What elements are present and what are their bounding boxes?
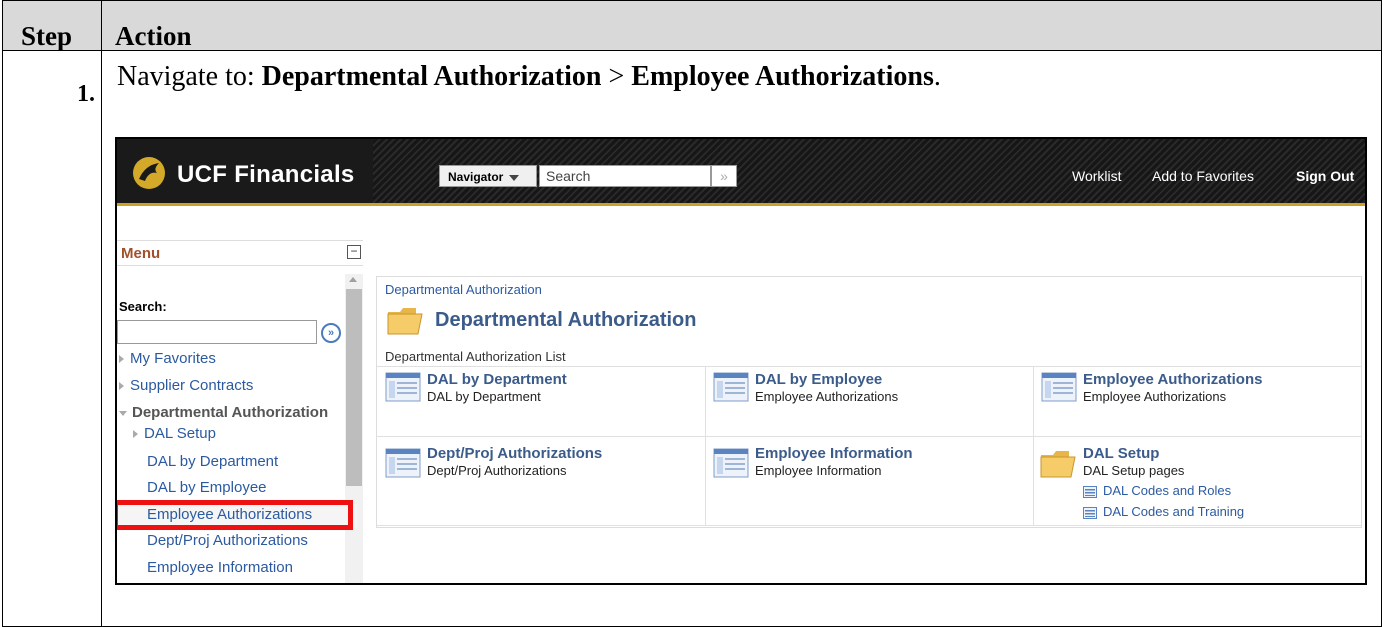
chevron-down-icon [509, 174, 520, 181]
table-header-row [3, 1, 1381, 51]
menu-header: Menu − [117, 240, 363, 266]
step-number: 1. [77, 81, 95, 107]
app-screenshot: UCF Financials Navigator Search » Workli… [115, 137, 1367, 585]
dal-codes-and-roles-link[interactable]: DAL Codes and Roles [1103, 483, 1231, 498]
tile-dal-by-department-subtitle: DAL by Department [427, 389, 541, 404]
collapse-arrow-icon [119, 410, 127, 416]
tile-dept-proj-authorizations-title[interactable]: Dept/Proj Authorizations [427, 445, 602, 462]
tile-dal-setup-subtitle: DAL Setup pages [1083, 463, 1185, 478]
list-label: Departmental Authorization List [385, 349, 566, 364]
instruction-period: . [933, 61, 941, 92]
scroll-up-icon[interactable] [349, 277, 357, 282]
add-to-favorites-link[interactable]: Add to Favorites [1152, 168, 1254, 184]
tile-dal-setup-title[interactable]: DAL Setup [1083, 445, 1159, 462]
worklist-link[interactable]: Worklist [1072, 168, 1122, 184]
banner-gold-stripe [117, 203, 1365, 206]
sign-out-link[interactable]: Sign Out [1296, 168, 1354, 184]
expand-arrow-icon [119, 382, 124, 391]
tile-divider [376, 525, 1362, 526]
navigator-button[interactable]: Navigator [439, 165, 537, 187]
tile-dal-by-employee-subtitle: Employee Authorizations [755, 389, 899, 404]
header-action: Action [115, 21, 192, 51]
header-step: Step [21, 21, 73, 51]
menu-search-input[interactable] [117, 320, 317, 344]
navigator-label: Navigator [448, 170, 504, 184]
menu-search-label: Search: [119, 299, 167, 314]
instruction-menu-path: Departmental Authorization [261, 61, 602, 92]
tile-dal-by-employee-title[interactable]: DAL by Employee [755, 371, 882, 388]
menu-item-label: DAL Setup [144, 425, 216, 442]
callout-highlight-box [117, 500, 353, 530]
expand-arrow-icon [119, 355, 124, 364]
tile-employee-information-subtitle: Employee Information [755, 463, 882, 478]
instruction-separator: > [601, 61, 632, 92]
menu-item-dept-proj-authorizations[interactable]: Dept/Proj Authorizations [147, 532, 308, 549]
menu-item-departmental-authorization[interactable]: Departmental Authorization [119, 404, 328, 421]
tile-employee-authorizations-subtitle: Employee Authorizations [1083, 389, 1227, 404]
menu-item-dal-by-employee[interactable]: DAL by Employee [147, 479, 267, 496]
page-icon [385, 448, 421, 478]
tile-employee-authorizations-title[interactable]: Employee Authorizations [1083, 371, 1262, 388]
instruction-target: Employee Authorizations [631, 61, 934, 92]
tile-divider [705, 366, 706, 526]
menu-item-employee-information[interactable]: Employee Information [147, 559, 293, 576]
page-title: Departmental Authorization [435, 309, 697, 331]
menu-item-label: Supplier Contracts [130, 377, 254, 394]
dal-codes-and-training-link[interactable]: DAL Codes and Training [1103, 504, 1244, 519]
page-icon [385, 372, 421, 402]
tile-divider [376, 436, 1362, 437]
page-icon [1083, 486, 1097, 498]
page-icon [713, 448, 749, 478]
column-divider [101, 1, 102, 627]
expand-arrow-icon [133, 430, 138, 439]
menu-item-label: Departmental Authorization [132, 404, 329, 421]
menu-item-dal-setup[interactable]: DAL Setup [133, 425, 216, 442]
tile-dept-proj-authorizations-subtitle: Dept/Proj Authorizations [427, 463, 567, 478]
global-search-input[interactable]: Search [539, 165, 711, 187]
page-icon [713, 372, 749, 402]
menu-search-go-icon[interactable]: » [321, 323, 341, 343]
pegasus-logo-icon [133, 157, 165, 189]
tile-divider [1033, 366, 1034, 526]
menu-item-dal-by-department[interactable]: DAL by Department [147, 453, 278, 470]
tile-dal-by-department-title[interactable]: DAL by Department [427, 371, 567, 388]
page-icon [1083, 507, 1097, 519]
menu-title: Menu [121, 245, 161, 262]
menu-item-supplier-contracts[interactable]: Supplier Contracts [119, 377, 253, 394]
menu-item-my-favorites[interactable]: My Favorites [119, 350, 216, 367]
collapse-icon[interactable]: − [347, 245, 361, 259]
instruction-text: Navigate to: Departmental Authorization … [117, 61, 941, 93]
menu-item-label: My Favorites [130, 350, 216, 367]
folder-icon [1040, 451, 1076, 478]
breadcrumb[interactable]: Departmental Authorization [385, 282, 542, 297]
instruction-prefix: Navigate to: [117, 61, 262, 92]
folder-icon [387, 308, 423, 335]
tile-divider [376, 366, 1362, 367]
page-icon [1041, 372, 1077, 402]
search-go-button[interactable]: » [711, 165, 737, 187]
tile-employee-information-title[interactable]: Employee Information [755, 445, 913, 462]
menu-scrollbar-thumb[interactable] [346, 289, 362, 486]
app-logo-text: UCF Financials [177, 161, 355, 188]
